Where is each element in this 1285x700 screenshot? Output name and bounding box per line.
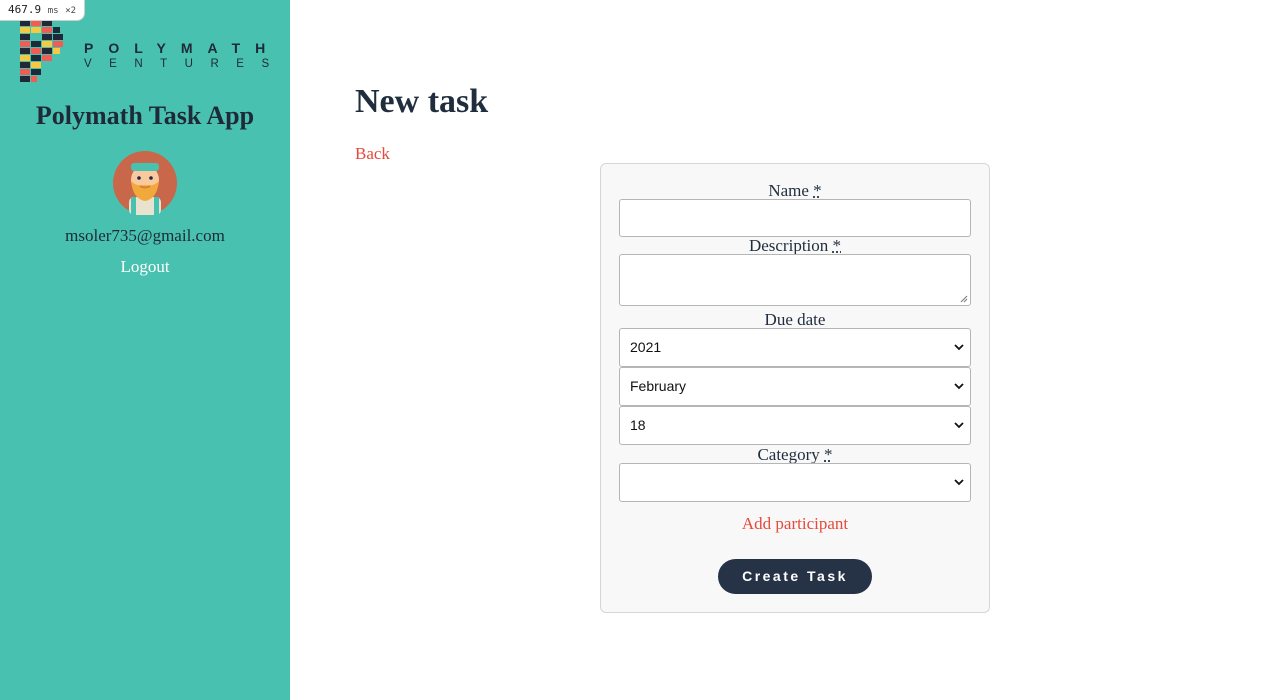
app-title: Polymath Task App <box>35 101 255 130</box>
description-textarea-value <box>620 265 630 281</box>
due-month-select[interactable]: February <box>619 367 971 406</box>
description-textarea[interactable] <box>619 254 971 306</box>
due-year-select[interactable]: 2021 <box>619 328 971 367</box>
chevron-down-icon <box>954 344 964 351</box>
due-year-value: 2021 <box>630 339 662 355</box>
description-label-text: Description <box>748 236 829 255</box>
name-input[interactable] <box>619 199 971 237</box>
required-marker: * <box>813 181 822 200</box>
resize-grip-icon[interactable] <box>960 295 968 303</box>
chevron-down-icon <box>954 479 964 486</box>
name-label-text: Name <box>768 181 809 200</box>
company-logo: POLYMATH VENTURES <box>20 20 270 84</box>
render-timer: 467.9 ms ×2 <box>0 0 86 21</box>
due-day-value: 18 <box>630 417 646 433</box>
polymath-p-logo-icon <box>20 20 63 82</box>
create-task-button[interactable]: Create Task <box>718 559 872 594</box>
back-link[interactable]: Back <box>355 144 390 164</box>
timer-multiplier: ×2 <box>65 6 77 16</box>
name-input-value <box>620 210 630 226</box>
add-participant-link[interactable]: Add participant <box>601 514 989 534</box>
timer-unit: ms <box>47 6 59 16</box>
user-email: msoler735@gmail.com <box>65 226 225 245</box>
name-label: Name * <box>601 181 989 201</box>
category-label-text: Category <box>757 445 820 464</box>
chevron-down-icon <box>954 422 964 429</box>
logo-wordmark-top: POLYMATH <box>84 40 281 56</box>
chevron-down-icon <box>954 383 964 390</box>
category-label: Category * <box>601 445 989 465</box>
required-marker: * <box>832 236 842 255</box>
sidebar: POLYMATH VENTURES Polymath Task App msol… <box>0 0 290 700</box>
description-label: Description * <box>601 236 989 256</box>
category-select[interactable] <box>619 463 971 502</box>
bearded-man-avatar-icon <box>113 151 177 215</box>
due-date-label: Due date <box>764 310 826 329</box>
due-day-select[interactable]: 18 <box>619 406 971 445</box>
due-month-value: February <box>630 378 687 394</box>
logo-wordmark-bottom: VENTURES <box>84 58 287 70</box>
required-marker: * <box>824 445 833 464</box>
timer-value: 467.9 <box>8 3 42 16</box>
page-title: New task <box>355 83 489 120</box>
logout-link[interactable]: Logout <box>0 257 290 277</box>
new-task-form: Name * Description * Due date 2021 Febru… <box>600 163 990 613</box>
